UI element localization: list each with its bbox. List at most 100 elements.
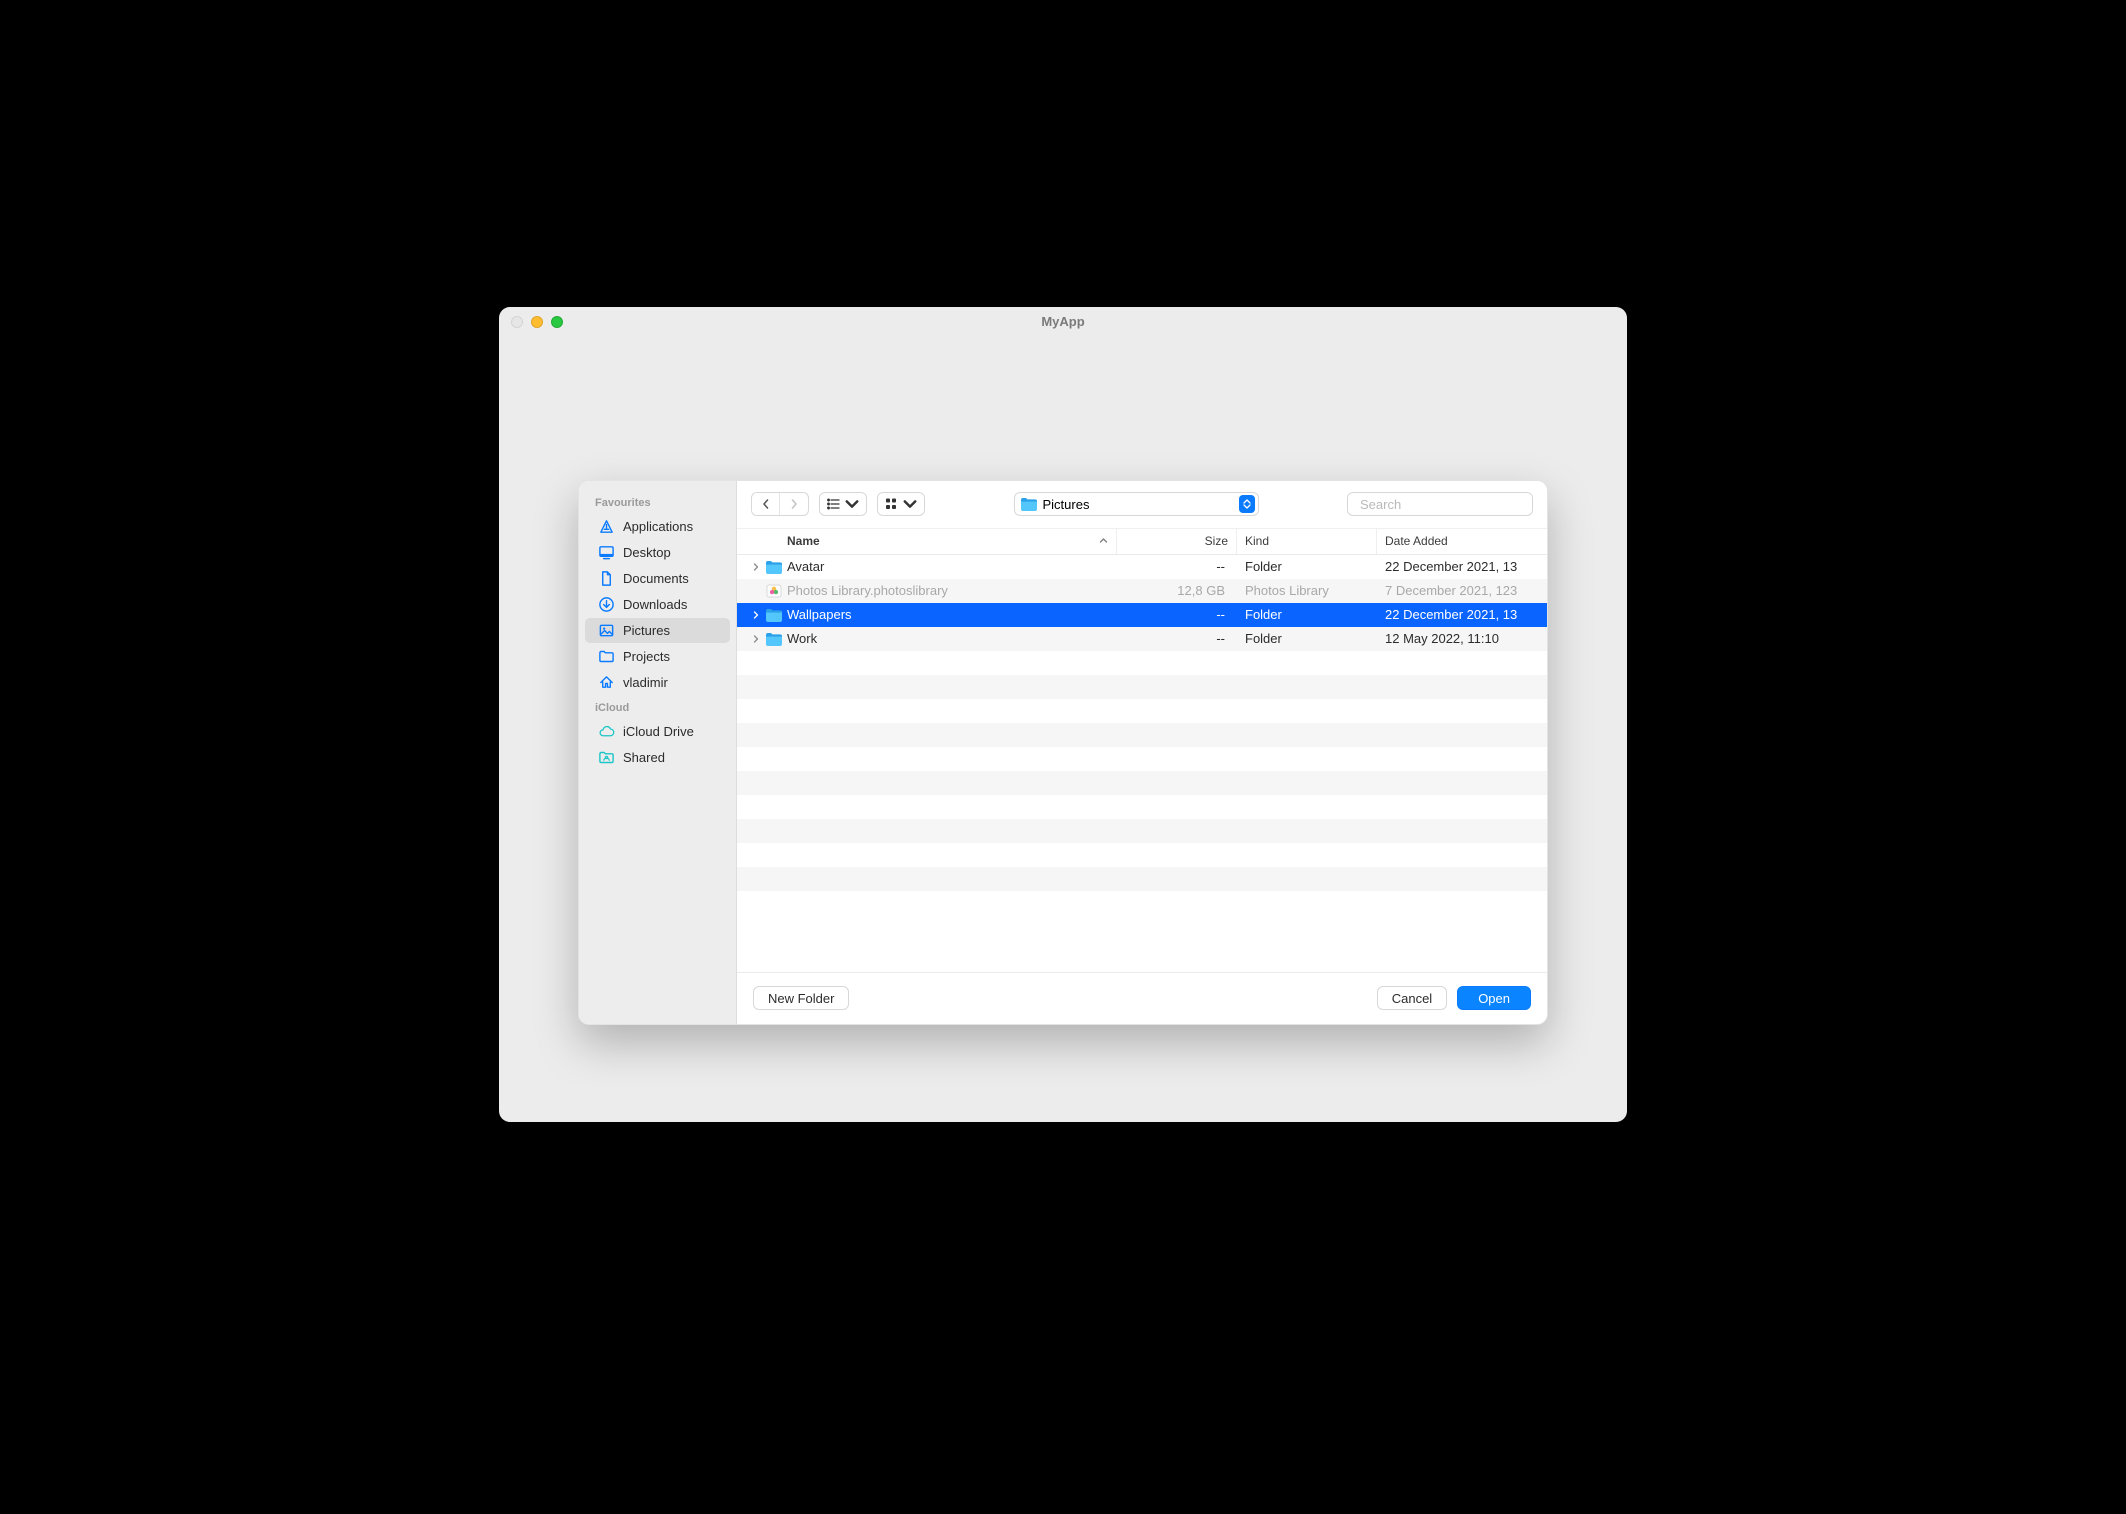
- file-size: --: [1117, 631, 1237, 646]
- file-row[interactable]: Avatar --Folder22 December 2021, 13: [737, 555, 1547, 579]
- applications-icon: [597, 518, 615, 535]
- chevron-down-icon: [845, 497, 859, 511]
- file-list[interactable]: Avatar--Folder22 December 2021, 13Photos…: [737, 555, 1547, 972]
- file-kind: Photos Library: [1237, 583, 1377, 598]
- empty-row: [737, 819, 1547, 843]
- sidebar-item-pictures[interactable]: Pictures: [585, 618, 730, 643]
- file-name: Photos Library.photoslibrary: [787, 583, 948, 598]
- sidebar-item-label: Projects: [623, 649, 670, 664]
- col-date[interactable]: Date Added: [1377, 529, 1537, 554]
- col-size[interactable]: Size: [1117, 529, 1237, 554]
- folder-icon: [765, 632, 783, 646]
- window-title: MyApp: [499, 314, 1627, 329]
- disclosure-chevron-icon[interactable]: [751, 635, 761, 643]
- sidebar-item-label: Shared: [623, 750, 665, 765]
- disclosure-chevron-icon[interactable]: [751, 563, 761, 571]
- sidebar: Favourites Applications Desktop Documents Do…: [579, 481, 737, 1024]
- chevron-left-icon: [761, 499, 771, 509]
- file-kind: Folder: [1237, 631, 1377, 646]
- empty-row: [737, 771, 1547, 795]
- app-window: MyApp Favourites Applications Desktop Docum…: [499, 307, 1627, 1122]
- disclosure-chevron-icon[interactable]: [751, 611, 761, 619]
- file-kind: Folder: [1237, 607, 1377, 622]
- desktop-icon: [597, 544, 615, 561]
- list-icon: [827, 497, 841, 511]
- chevron-right-icon: [789, 499, 799, 509]
- home-icon: [597, 674, 615, 691]
- sidebar-item-downloads[interactable]: Downloads: [585, 592, 730, 617]
- sidebar-item-shared[interactable]: Shared: [585, 745, 730, 770]
- file-size: --: [1117, 559, 1237, 574]
- file-name: Wallpapers: [787, 607, 852, 622]
- location-label: Pictures: [1043, 497, 1233, 512]
- titlebar[interactable]: MyApp: [499, 307, 1627, 337]
- grid-icon: [885, 497, 899, 511]
- forward-button[interactable]: [780, 493, 808, 515]
- view-mode-list-button[interactable]: [819, 492, 867, 516]
- col-name-label: Name: [787, 534, 820, 548]
- file-date: 12 May 2022, 11:10: [1377, 631, 1537, 646]
- sidebar-item-label: Pictures: [623, 623, 670, 638]
- new-folder-button[interactable]: New Folder: [753, 986, 849, 1010]
- empty-row: [737, 795, 1547, 819]
- sidebar-item-label: vladimir: [623, 675, 668, 690]
- back-button[interactable]: [752, 493, 780, 515]
- photos-library-icon: [765, 583, 783, 599]
- cancel-button[interactable]: Cancel: [1377, 986, 1447, 1010]
- sidebar-section-title: Favourites: [579, 491, 736, 513]
- nav-buttons: [751, 492, 809, 516]
- chevron-down-icon: [903, 497, 917, 511]
- empty-row: [737, 651, 1547, 675]
- documents-icon: [597, 570, 615, 587]
- file-kind: Folder: [1237, 559, 1377, 574]
- empty-row: [737, 843, 1547, 867]
- sidebar-section-title: iCloud: [579, 696, 736, 718]
- sidebar-item-projects[interactable]: Projects: [585, 644, 730, 669]
- empty-row: [737, 867, 1547, 891]
- sidebar-item-desktop[interactable]: Desktop: [585, 540, 730, 565]
- column-headers[interactable]: Name Size Kind Date Added: [737, 529, 1547, 555]
- search-input[interactable]: [1360, 497, 1536, 512]
- search-field[interactable]: [1347, 492, 1533, 516]
- file-row[interactable]: Photos Library.photoslibrary 12,8 GBPhoto…: [737, 579, 1547, 603]
- file-row[interactable]: Wallpapers--Folder22 December 2021, 13: [737, 603, 1547, 627]
- open-dialog: Favourites Applications Desktop Documents Do…: [578, 480, 1548, 1025]
- window-body: Favourites Applications Desktop Documents Do…: [499, 337, 1627, 1122]
- sidebar-item-label: iCloud Drive: [623, 724, 694, 739]
- col-name[interactable]: Name: [747, 529, 1117, 554]
- file-size: --: [1117, 607, 1237, 622]
- file-name: Avatar: [787, 559, 824, 574]
- file-date: 22 December 2021, 13: [1377, 559, 1537, 574]
- location-popup[interactable]: Pictures: [1014, 492, 1259, 516]
- file-date: 7 December 2021, 123: [1377, 583, 1537, 598]
- cloud-icon: [597, 723, 615, 740]
- file-size: 12,8 GB: [1117, 583, 1237, 598]
- empty-row: [737, 723, 1547, 747]
- dialog-main: Pictures Name: [737, 481, 1547, 1024]
- file-name: Work: [787, 631, 817, 646]
- col-kind-label: Kind: [1245, 534, 1269, 548]
- sidebar-item-icloud-drive[interactable]: iCloud Drive: [585, 719, 730, 744]
- sidebar-item-label: Documents: [623, 571, 689, 586]
- shared-icon: [597, 749, 615, 766]
- sidebar-item-label: Applications: [623, 519, 693, 534]
- downloads-icon: [597, 596, 615, 613]
- updown-icon: [1239, 495, 1255, 513]
- sort-ascending-icon: [1099, 534, 1108, 548]
- col-size-label: Size: [1205, 534, 1228, 548]
- dialog-footer: New Folder Cancel Open: [737, 972, 1547, 1024]
- col-kind[interactable]: Kind: [1237, 529, 1377, 554]
- col-date-label: Date Added: [1385, 534, 1448, 548]
- folder-icon: [1021, 496, 1037, 512]
- toolbar: Pictures: [737, 481, 1547, 529]
- empty-row: [737, 699, 1547, 723]
- open-button[interactable]: Open: [1457, 986, 1531, 1010]
- file-row[interactable]: Work --Folder12 May 2022, 11:10: [737, 627, 1547, 651]
- folder-icon: [597, 648, 615, 665]
- sidebar-item-documents[interactable]: Documents: [585, 566, 730, 591]
- empty-row: [737, 747, 1547, 771]
- folder-icon: [765, 608, 783, 622]
- sidebar-item-applications[interactable]: Applications: [585, 514, 730, 539]
- group-by-button[interactable]: [877, 492, 925, 516]
- sidebar-item-vladimir[interactable]: vladimir: [585, 670, 730, 695]
